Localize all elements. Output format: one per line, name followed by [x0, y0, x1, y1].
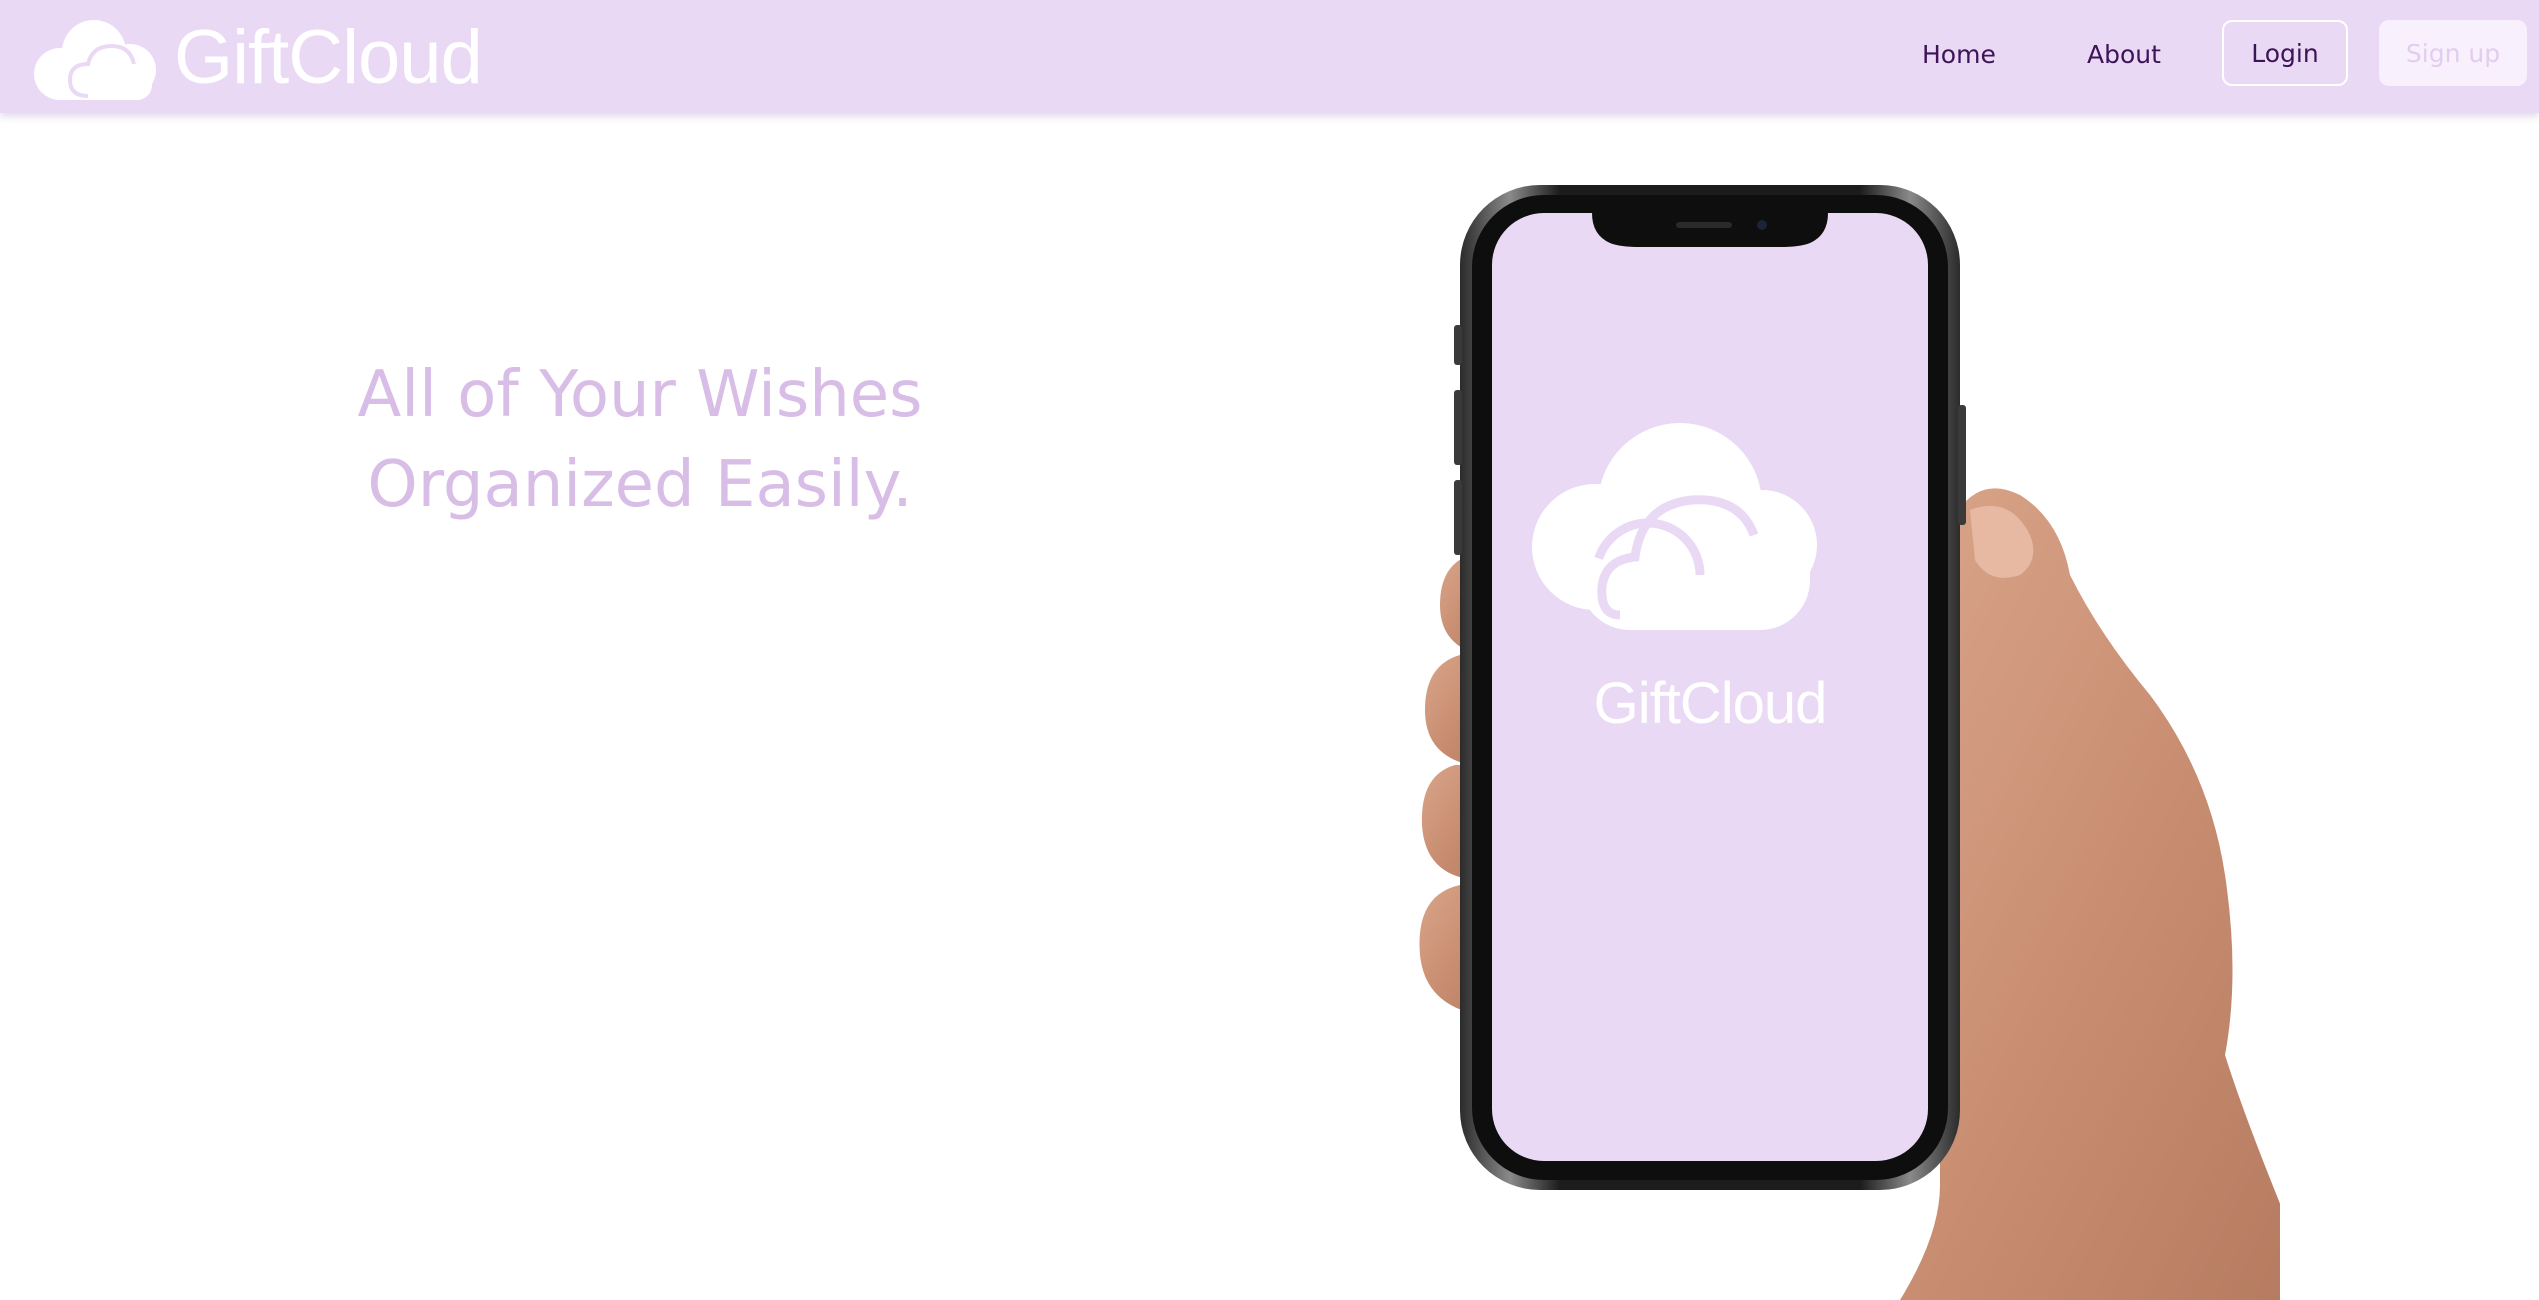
signup-button[interactable]: Sign up — [2379, 20, 2527, 86]
hero-headline-line-1: All of Your Wishes — [357, 358, 923, 432]
login-button[interactable]: Login — [2222, 20, 2348, 86]
brand-name: GiftCloud — [174, 15, 483, 100]
brand-logo-link[interactable]: GiftCloud — [30, 8, 483, 108]
nav-about-link[interactable]: About — [2087, 30, 2161, 80]
phone-notch — [1592, 213, 1828, 247]
hand-holding-phone-illustration — [1419, 185, 2280, 1300]
nav-home-link[interactable]: Home — [1922, 30, 1996, 80]
cloud-icon — [34, 20, 156, 100]
hero-headline: All of Your Wishes Organized Easily. — [250, 350, 1030, 530]
hero-headline-line-2: Organized Easily. — [367, 448, 913, 522]
navbar: GiftCloud Home About Login Sign up — [0, 0, 2539, 113]
phone-screen-logo-text: GiftCloud — [1593, 671, 1828, 736]
